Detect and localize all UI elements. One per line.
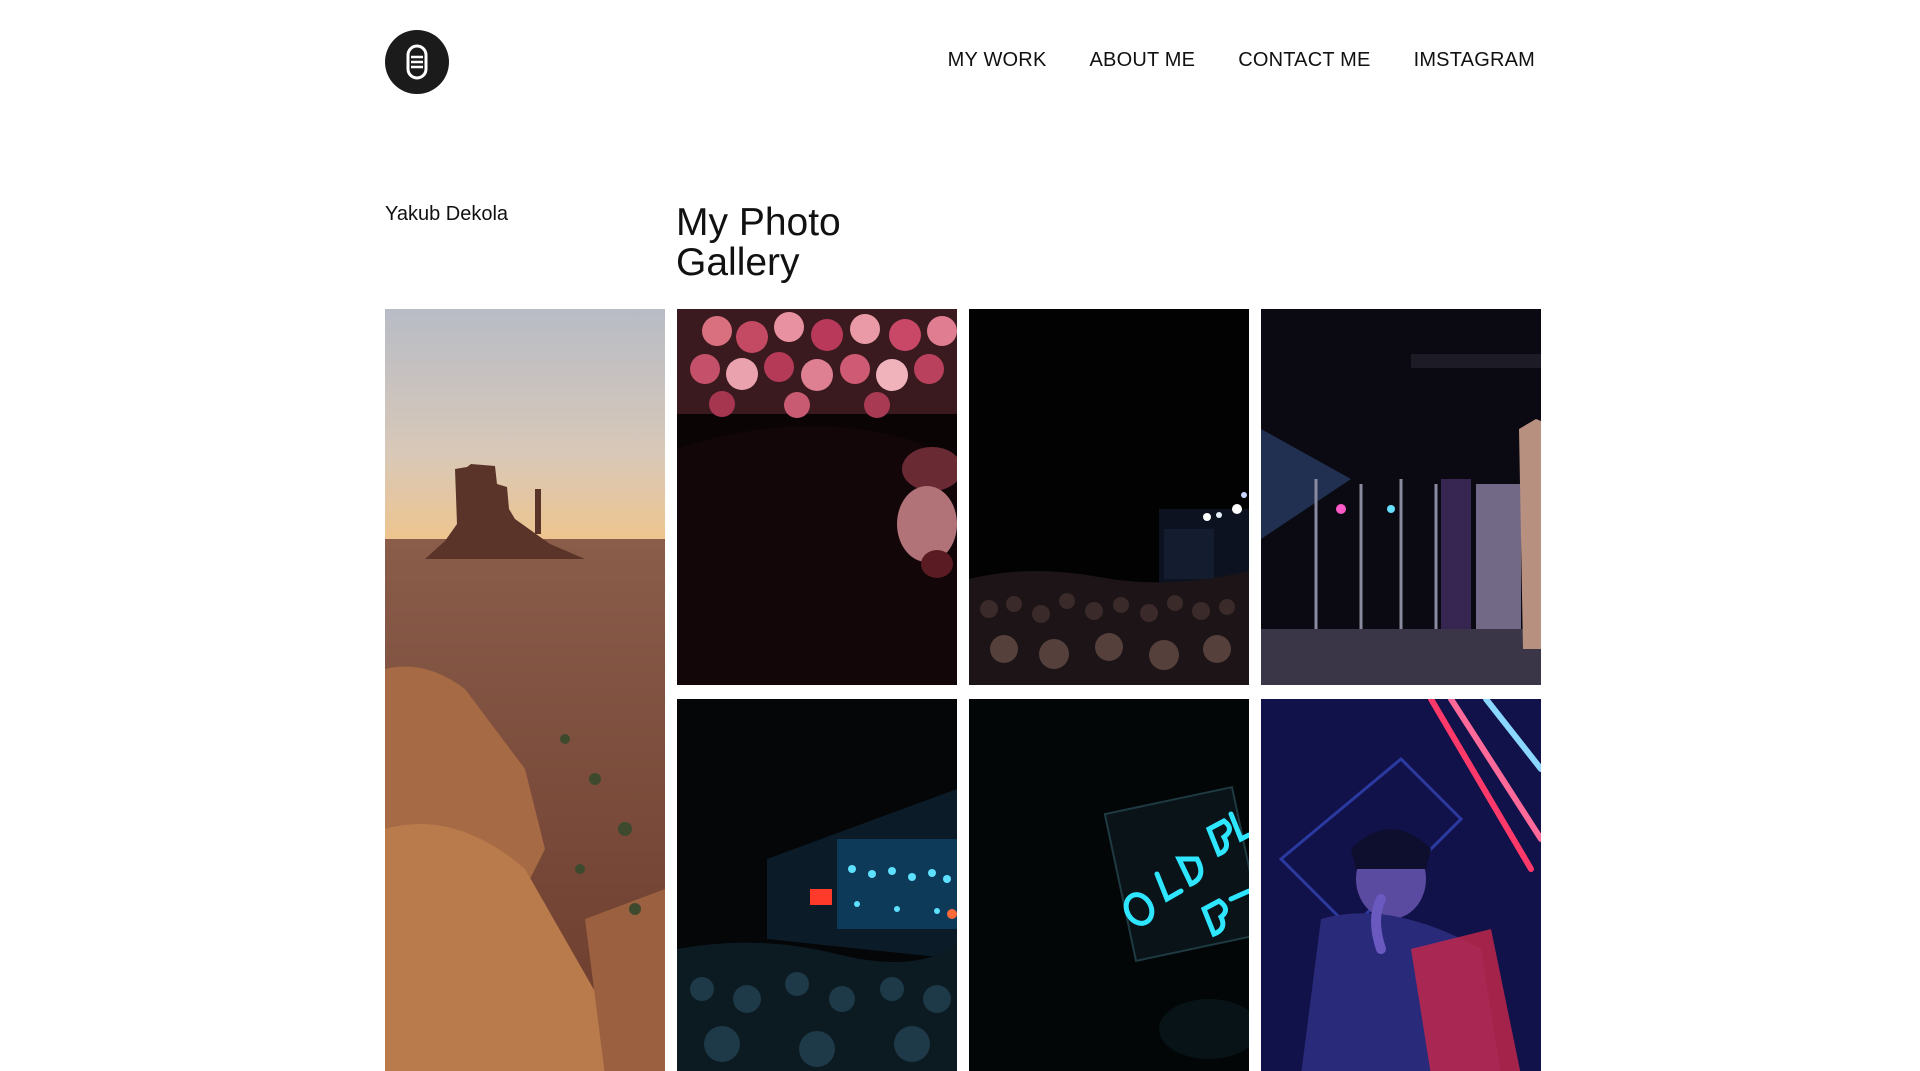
title-line-1: My Photo	[676, 201, 841, 244]
author-name: Yakub Dekola	[385, 203, 509, 225]
main-nav: MY WORK ABOUT ME CONTACT ME IMSTAGRAM	[948, 48, 1535, 72]
nav-contact-me-link[interactable]: CONTACT ME	[1238, 48, 1370, 72]
logo-microphone-icon[interactable]	[385, 30, 449, 94]
gallery-photo-flowers-portrait[interactable]	[677, 309, 957, 685]
microphone-icon	[406, 44, 428, 80]
gallery-photo-festival-stage[interactable]	[677, 699, 957, 1071]
page-title: My Photo Gallery	[676, 203, 876, 283]
nav-about-me-link[interactable]: ABOUT ME	[1089, 48, 1195, 72]
title-line-2: Gallery	[676, 241, 800, 284]
gallery-photo-neon-portrait[interactable]	[1261, 699, 1541, 1071]
gallery-photo-neon-sign[interactable]	[969, 699, 1249, 1071]
nav-instagram-link[interactable]: IMSTAGRAM	[1414, 48, 1535, 72]
gallery-photo-concert-crowd[interactable]	[969, 309, 1249, 685]
page: MY WORK ABOUT ME CONTACT ME IMSTAGRAM Ya…	[0, 0, 1920, 1071]
gallery-photo-desert-butte[interactable]	[385, 309, 665, 1071]
gallery-photo-stage-performer[interactable]	[1261, 309, 1541, 685]
photo-gallery	[385, 309, 1542, 1071]
nav-my-work-link[interactable]: MY WORK	[948, 48, 1047, 72]
